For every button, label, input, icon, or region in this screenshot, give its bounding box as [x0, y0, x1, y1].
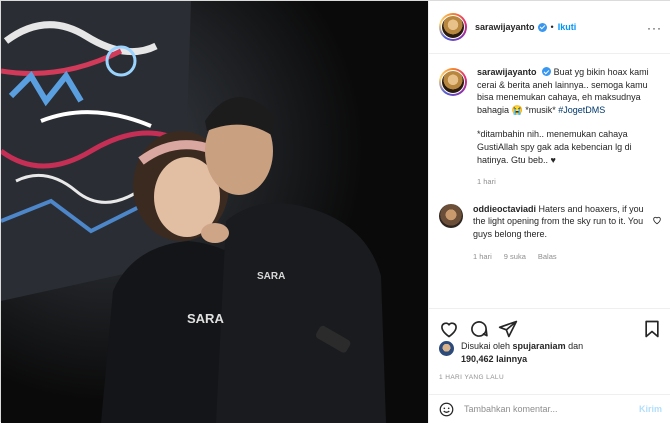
- comment-input[interactable]: [464, 404, 639, 414]
- liker-avatar[interactable]: [439, 341, 454, 356]
- header-separator: •: [550, 22, 554, 32]
- caption-time[interactable]: 1 hari: [477, 176, 496, 189]
- share-icon[interactable]: [498, 319, 518, 339]
- action-bar: [429, 308, 670, 344]
- hoodie-text-2: SARA: [257, 271, 285, 282]
- likes-summary: Disukai oleh spujaraniam dan 190,462 lai…: [439, 340, 583, 366]
- caption-hashtag[interactable]: #JogetDMS: [558, 105, 605, 115]
- caption-body: sarawijayanto Buat yg bikin hoax kami ce…: [477, 66, 662, 189]
- likes-count[interactable]: 190,462: [461, 354, 494, 364]
- post-timestamp[interactable]: 1 HARI YANG LALU: [439, 374, 504, 381]
- author-avatar[interactable]: [439, 13, 467, 41]
- caption: sarawijayanto Buat yg bikin hoax kami ce…: [439, 66, 662, 189]
- likes-others[interactable]: lainnya: [496, 354, 527, 364]
- post-comment-button[interactable]: Kirim: [639, 404, 662, 414]
- comment-body: oddieoctaviadi Haters and hoaxers, if yo…: [473, 203, 652, 263]
- likes-prefix: Disukai oleh: [461, 341, 511, 351]
- caption-text-addendum: *ditambahin nih.. menemukan cahaya Gusti…: [477, 129, 632, 165]
- author-username[interactable]: sarawijayanto: [475, 22, 535, 32]
- more-options-icon[interactable]: ···: [647, 21, 662, 35]
- caption-verified-icon: [542, 67, 552, 76]
- caption-avatar[interactable]: [439, 68, 467, 96]
- follow-button[interactable]: Ikuti: [558, 22, 577, 32]
- add-comment-bar: Kirim: [429, 394, 670, 423]
- commenter-avatar[interactable]: [439, 203, 463, 228]
- likes-and: dan: [568, 341, 584, 351]
- emoji-icon[interactable]: [439, 402, 454, 417]
- verified-badge-icon: [537, 22, 547, 32]
- like-heart-icon[interactable]: [439, 319, 459, 339]
- post-header: sarawijayanto • Ikuti ···: [429, 1, 670, 54]
- photo-image: SARA SARA: [1, 1, 428, 423]
- comment-item: oddieoctaviadi Haters and hoaxers, if yo…: [439, 203, 662, 263]
- post-side-panel: sarawijayanto • Ikuti ··· sarawijayanto …: [428, 1, 670, 423]
- liker-username[interactable]: spujaraniam: [513, 341, 566, 351]
- comment-likes[interactable]: 9 suka: [504, 251, 526, 264]
- bookmark-icon[interactable]: [642, 319, 662, 339]
- post-photo[interactable]: SARA SARA: [1, 1, 428, 423]
- instagram-post: SARA SARA sarawijayanto • Ikuti ··· sara…: [0, 0, 670, 423]
- commenter-username[interactable]: oddieoctaviadi: [473, 204, 536, 214]
- comment-reply-button[interactable]: Balas: [538, 251, 557, 264]
- comment-time[interactable]: 1 hari: [473, 251, 492, 264]
- comment-like-heart-icon[interactable]: [652, 215, 662, 225]
- comment-bubble-icon[interactable]: [469, 319, 489, 339]
- caption-username[interactable]: sarawijayanto: [477, 67, 537, 77]
- comments-section[interactable]: sarawijayanto Buat yg bikin hoax kami ce…: [429, 54, 670, 304]
- hoodie-text: SARA: [187, 311, 224, 326]
